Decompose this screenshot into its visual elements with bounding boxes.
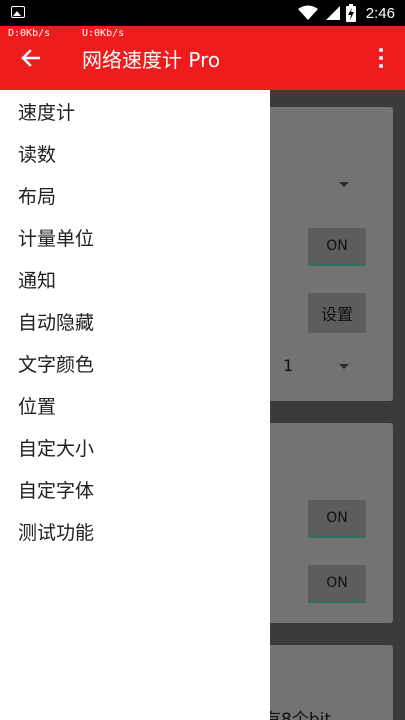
upload-speed: U:0Kb/s [82, 28, 125, 39]
drawer-item-position[interactable]: 位置 [0, 384, 270, 426]
drawer-item-layout[interactable]: 布局 [0, 174, 270, 216]
download-speed: D:0Kb/s [8, 28, 51, 39]
status-icons: 2:46 [297, 3, 395, 23]
dropdown-arrow-icon[interactable] [339, 182, 349, 187]
toggle-button[interactable]: ON [308, 565, 366, 603]
wifi-icon [297, 5, 318, 20]
clock: 2:46 [365, 4, 395, 22]
description-text: 有8个bit [264, 710, 331, 720]
page-title: 网络速度计 Pro [82, 48, 221, 72]
image-icon [11, 6, 25, 18]
dropdown-arrow-icon[interactable] [339, 364, 349, 369]
more-vert-icon[interactable] [371, 44, 391, 72]
battery-charging-icon [345, 4, 356, 22]
drawer-item-readings[interactable]: 读数 [0, 132, 270, 174]
back-button[interactable] [14, 44, 46, 72]
drawer-item-custom-size[interactable]: 自定大小 [0, 426, 270, 468]
drawer-item-units[interactable]: 计量单位 [0, 216, 270, 258]
drawer-item-speedometer[interactable]: 速度计 [0, 90, 270, 132]
signal-icon [325, 6, 340, 20]
arrow-back-icon [21, 49, 40, 67]
toggle-button[interactable]: ON [308, 500, 366, 538]
settings-button[interactable]: 设置 [308, 293, 366, 333]
drawer-item-notification[interactable]: 通知 [0, 258, 270, 300]
navigation-drawer: 速度计 读数 布局 计量单位 通知 自动隐藏 文字颜色 位置 自定大小 自定字体… [0, 90, 270, 720]
app-bar: D:0Kb/s U:0Kb/s 网络速度计 Pro [0, 26, 405, 90]
drawer-item-custom-font[interactable]: 自定字体 [0, 468, 270, 510]
status-bar: 2:46 [0, 0, 405, 26]
drawer-item-auto-hide[interactable]: 自动隐藏 [0, 300, 270, 342]
toggle-button[interactable]: ON [308, 228, 366, 266]
dropdown-value[interactable]: 1 [283, 356, 293, 375]
drawer-item-text-color[interactable]: 文字颜色 [0, 342, 270, 384]
drawer-item-test-features[interactable]: 测试功能 [0, 510, 270, 552]
